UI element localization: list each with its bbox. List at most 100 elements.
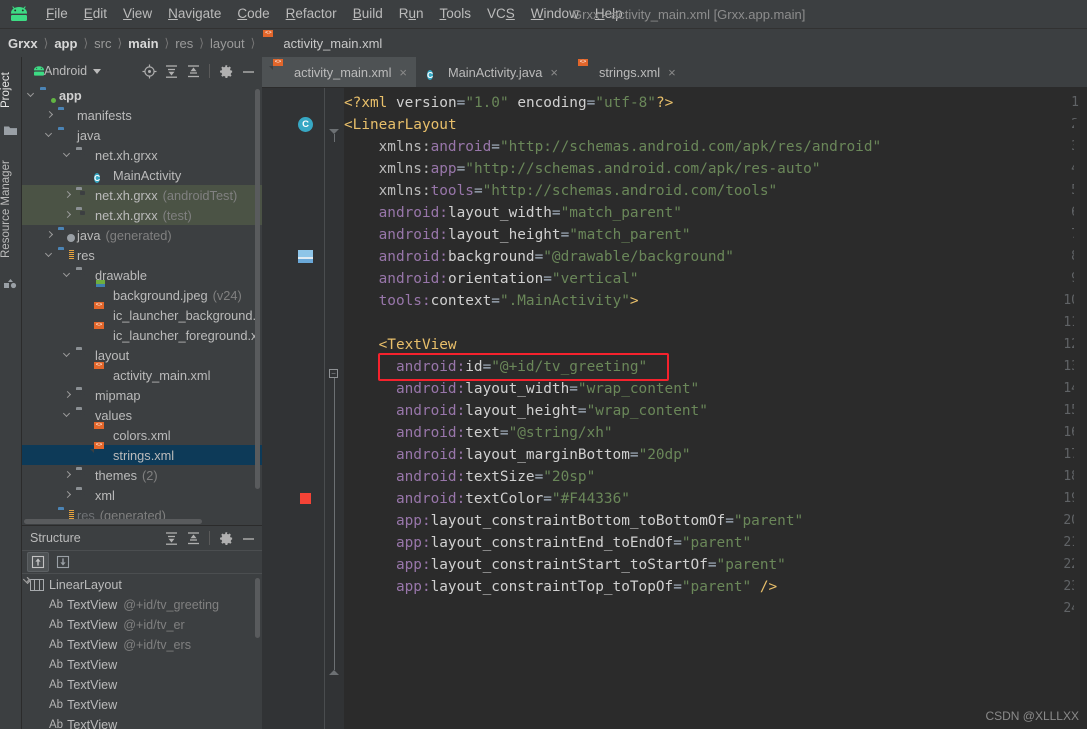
tree-row[interactable]: background.jpeg (v24) bbox=[22, 285, 262, 305]
structure-row[interactable]: Ab TextView bbox=[22, 655, 262, 675]
chevron-down-icon[interactable] bbox=[26, 89, 38, 101]
structure-tree-scrollbar[interactable] bbox=[255, 578, 260, 638]
breadcrumb-item-2[interactable]: src bbox=[94, 36, 111, 51]
chevron-right-icon[interactable] bbox=[62, 209, 74, 221]
tree-row[interactable]: res bbox=[22, 245, 262, 265]
editor-scrollbar[interactable] bbox=[1074, 119, 1087, 729]
chevron-right-icon[interactable] bbox=[44, 229, 56, 241]
breadcrumb-item-0[interactable]: Grxx bbox=[8, 36, 38, 51]
project-tree-scrollbar[interactable] bbox=[255, 89, 260, 489]
expand-all-icon[interactable] bbox=[161, 529, 181, 547]
tree-row[interactable]: strings.xml bbox=[22, 445, 262, 465]
chevron-down-icon[interactable] bbox=[93, 68, 102, 74]
chevron-down-icon[interactable] bbox=[44, 249, 56, 261]
tool-window-resource-manager[interactable]: Resource Manager bbox=[0, 145, 22, 273]
breadcrumb-item-4[interactable]: res bbox=[175, 36, 193, 51]
chevron-down-icon[interactable] bbox=[44, 129, 56, 141]
code-lines[interactable]: <?xml version="1.0" encoding="utf-8"?> <L… bbox=[344, 88, 1087, 729]
tree-row[interactable]: net.xh.grxx bbox=[22, 145, 262, 165]
editor-tab-strings-xml[interactable]: strings.xml × bbox=[567, 57, 685, 87]
chevron-right-icon[interactable] bbox=[44, 109, 56, 121]
tree-row[interactable]: net.xh.grxx (androidTest) bbox=[22, 185, 262, 205]
code-token: app: bbox=[395, 579, 431, 595]
chevron-right-icon[interactable] bbox=[62, 189, 74, 201]
menu-item-vcs[interactable]: VCS bbox=[479, 0, 523, 28]
structure-row[interactable]: Ab TextView @+id/tv_greeting bbox=[22, 595, 262, 615]
breadcrumb-file[interactable]: activity_main.xml bbox=[283, 36, 382, 51]
project-tree-hscrollbar[interactable] bbox=[24, 519, 202, 524]
tree-row[interactable]: net.xh.grxx (test) bbox=[22, 205, 262, 225]
expand-all-icon[interactable] bbox=[161, 62, 181, 80]
chevron-down-icon[interactable] bbox=[62, 269, 74, 281]
editor-fold-rail[interactable] bbox=[328, 88, 344, 729]
menu-item-view[interactable]: View bbox=[115, 0, 160, 28]
code-editor[interactable]: 123456789101112131415161718192021222324 … bbox=[262, 88, 1087, 729]
breadcrumb-item-3[interactable]: main bbox=[128, 36, 158, 51]
close-icon[interactable]: × bbox=[399, 65, 407, 80]
menu-item-refactor[interactable]: Refactor bbox=[278, 0, 345, 28]
menu-item-tools[interactable]: Tools bbox=[432, 0, 480, 28]
fold-handle-close[interactable] bbox=[329, 670, 339, 675]
tree-row[interactable]: activity_main.xml bbox=[22, 365, 262, 385]
menu-item-run[interactable]: Run bbox=[391, 0, 432, 28]
code-line: android:layout_height="wrap_content" bbox=[396, 400, 708, 422]
tree-row[interactable]: drawable bbox=[22, 265, 262, 285]
close-icon[interactable]: × bbox=[668, 65, 676, 80]
chevron-down-icon[interactable] bbox=[62, 349, 74, 361]
gutter-class-marker[interactable]: C bbox=[298, 117, 313, 132]
tree-row[interactable]: layout bbox=[22, 345, 262, 365]
editor-tab-MainActivity-java[interactable]: C MainActivity.java × bbox=[416, 57, 567, 87]
project-tree[interactable]: app manifests java net.xh.grxx C MainActivity… bbox=[22, 85, 262, 525]
gear-icon[interactable] bbox=[216, 62, 236, 80]
chevron-right-icon[interactable] bbox=[62, 469, 74, 481]
tree-row[interactable]: manifests bbox=[22, 105, 262, 125]
tree-row[interactable]: ic_launcher_background. bbox=[22, 305, 262, 325]
chevron-right-icon[interactable] bbox=[62, 489, 74, 501]
fold-handle-collapse[interactable]: − bbox=[329, 369, 338, 378]
tree-row[interactable]: java (generated) bbox=[22, 225, 262, 245]
gutter-color-swatch-marker[interactable] bbox=[300, 493, 311, 504]
menu-item-navigate[interactable]: Navigate bbox=[160, 0, 229, 28]
structure-row[interactable]: Ab TextView @+id/tv_er bbox=[22, 615, 262, 635]
menu-item-build[interactable]: Build bbox=[345, 0, 391, 28]
breadcrumb[interactable]: Grxx ⟩ app ⟩ src ⟩ main ⟩ res ⟩ layout ⟩… bbox=[0, 29, 1087, 57]
structure-tree[interactable]: LinearLayout Ab TextView @+id/tv_greeting Ab… bbox=[22, 575, 262, 729]
collapse-all-icon[interactable] bbox=[183, 62, 203, 80]
tree-row[interactable]: themes (2) bbox=[22, 465, 262, 485]
gear-icon[interactable] bbox=[216, 529, 236, 547]
chevron-right-icon[interactable] bbox=[62, 389, 74, 401]
target-icon[interactable] bbox=[139, 62, 159, 80]
sort-descending-icon[interactable] bbox=[52, 552, 74, 572]
sort-ascending-icon[interactable] bbox=[27, 552, 49, 572]
menu-item-edit[interactable]: Edit bbox=[76, 0, 115, 28]
tree-row[interactable]: colors.xml bbox=[22, 425, 262, 445]
chevron-down-icon[interactable] bbox=[62, 149, 74, 161]
chevron-down-icon[interactable] bbox=[62, 409, 74, 421]
structure-row[interactable]: LinearLayout bbox=[22, 575, 262, 595]
menu-item-file[interactable]: File bbox=[38, 0, 76, 28]
tree-row[interactable]: app bbox=[22, 85, 262, 105]
tool-window-project[interactable]: Project bbox=[0, 61, 22, 119]
minimize-icon[interactable] bbox=[238, 62, 258, 80]
project-panel-title[interactable]: Android bbox=[44, 64, 87, 78]
tree-row[interactable]: values bbox=[22, 405, 262, 425]
structure-panel-title[interactable]: Structure bbox=[30, 531, 81, 545]
close-icon[interactable]: × bbox=[550, 65, 558, 80]
breadcrumb-item-1[interactable]: app bbox=[54, 36, 77, 51]
breadcrumb-item-5[interactable]: layout bbox=[210, 36, 245, 51]
tree-row[interactable]: mipmap bbox=[22, 385, 262, 405]
minimize-icon[interactable] bbox=[238, 529, 258, 547]
gutter-image-preview-marker[interactable] bbox=[298, 250, 313, 263]
tree-row[interactable]: xml bbox=[22, 485, 262, 505]
structure-row[interactable]: Ab TextView @+id/tv_ers bbox=[22, 635, 262, 655]
structure-row[interactable]: Ab TextView bbox=[22, 715, 262, 729]
tree-row[interactable]: ic_launcher_foreground.x bbox=[22, 325, 262, 345]
structure-row[interactable]: Ab TextView bbox=[22, 695, 262, 715]
editor-tab-activity_main-xml[interactable]: activity_main.xml × bbox=[262, 57, 417, 87]
tree-row[interactable]: C MainActivity bbox=[22, 165, 262, 185]
tree-row[interactable]: java bbox=[22, 125, 262, 145]
structure-row[interactable]: Ab TextView bbox=[22, 675, 262, 695]
collapse-all-icon[interactable] bbox=[183, 529, 203, 547]
editor-gutter[interactable] bbox=[262, 88, 328, 729]
menu-item-code[interactable]: Code bbox=[229, 0, 277, 28]
